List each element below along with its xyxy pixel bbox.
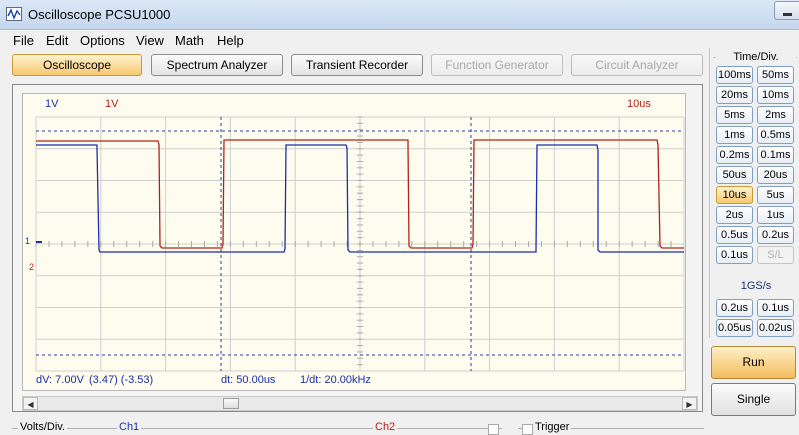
time-div-button[interactable]: 0.2ms <box>716 146 753 164</box>
time-div-button[interactable]: 20us <box>757 166 794 184</box>
time-div-button[interactable]: 2ms <box>757 106 794 124</box>
time-div-button[interactable]: 0.1ms <box>757 146 794 164</box>
single-button[interactable]: Single <box>711 383 796 416</box>
time-div-button[interactable]: 20ms <box>716 86 753 104</box>
ch1-marker: 1 <box>25 236 31 246</box>
time-div-button[interactable]: 5us <box>757 186 794 204</box>
ch1-scale-label: 1V <box>45 98 59 110</box>
scroll-left-icon[interactable]: ◀ <box>23 397 38 410</box>
ch2-marker: 2 <box>29 262 35 272</box>
trigger-checkbox[interactable] <box>522 424 533 435</box>
time-div-title: Time/Div. <box>716 51 796 63</box>
time-div-button[interactable]: 10us <box>716 186 753 204</box>
fast-time-div-button[interactable]: 0.02us <box>757 319 794 337</box>
ch1-group-label: Ch1 <box>117 421 142 433</box>
time-div-button[interactable]: 0.5ms <box>757 126 794 144</box>
time-div-button[interactable]: 1us <box>757 206 794 224</box>
run-button[interactable]: Run <box>711 346 796 379</box>
scroll-thumb[interactable] <box>223 398 239 409</box>
time-div-button[interactable]: 100ms <box>716 66 753 84</box>
fast-time-div-button[interactable]: 0.2us <box>716 299 753 317</box>
ch2-group-label: Ch2 <box>373 421 398 433</box>
time-div-button[interactable]: 5ms <box>716 106 753 124</box>
dt-readout: dt: 50.00us <box>221 374 276 386</box>
time-div-button[interactable]: 50ms <box>757 66 794 84</box>
time-div-button[interactable]: 50us <box>716 166 753 184</box>
scroll-right-icon[interactable]: ▶ <box>682 397 697 410</box>
timebase-label: 10us <box>627 98 651 110</box>
time-div-button[interactable]: 0.2us <box>757 226 794 244</box>
sample-rate-label: 1GS/s <box>740 280 772 292</box>
time-div-button: S/L <box>757 246 794 264</box>
trigger-label: Trigger <box>533 421 572 433</box>
time-div-button[interactable]: 0.1us <box>716 246 753 264</box>
graticule <box>35 116 685 372</box>
ch2-group-checkbox[interactable] <box>488 424 499 435</box>
time-div-button[interactable]: 2us <box>716 206 753 224</box>
dv-values: (3.47) (-3.53) <box>89 374 154 386</box>
time-div-button[interactable]: 10ms <box>757 86 794 104</box>
time-div-button[interactable]: 1ms <box>716 126 753 144</box>
fast-time-div-button[interactable]: 0.1us <box>757 299 794 317</box>
horizontal-scrollbar[interactable]: ◀ ▶ <box>22 396 698 411</box>
volts-div-label: Volts/Div. <box>18 421 68 433</box>
dv-readout: dV: 7.00V <box>36 374 84 386</box>
fast-time-div-button[interactable]: 0.05us <box>716 319 753 337</box>
ch2-scale-label: 1V <box>105 98 119 110</box>
scope-plot <box>35 116 685 372</box>
right-panel-divider <box>709 48 710 338</box>
time-div-button[interactable]: 0.5us <box>716 226 753 244</box>
volts-div-group-border <box>12 428 502 429</box>
inv-dt-readout: 1/dt: 20.00kHz <box>300 374 371 386</box>
